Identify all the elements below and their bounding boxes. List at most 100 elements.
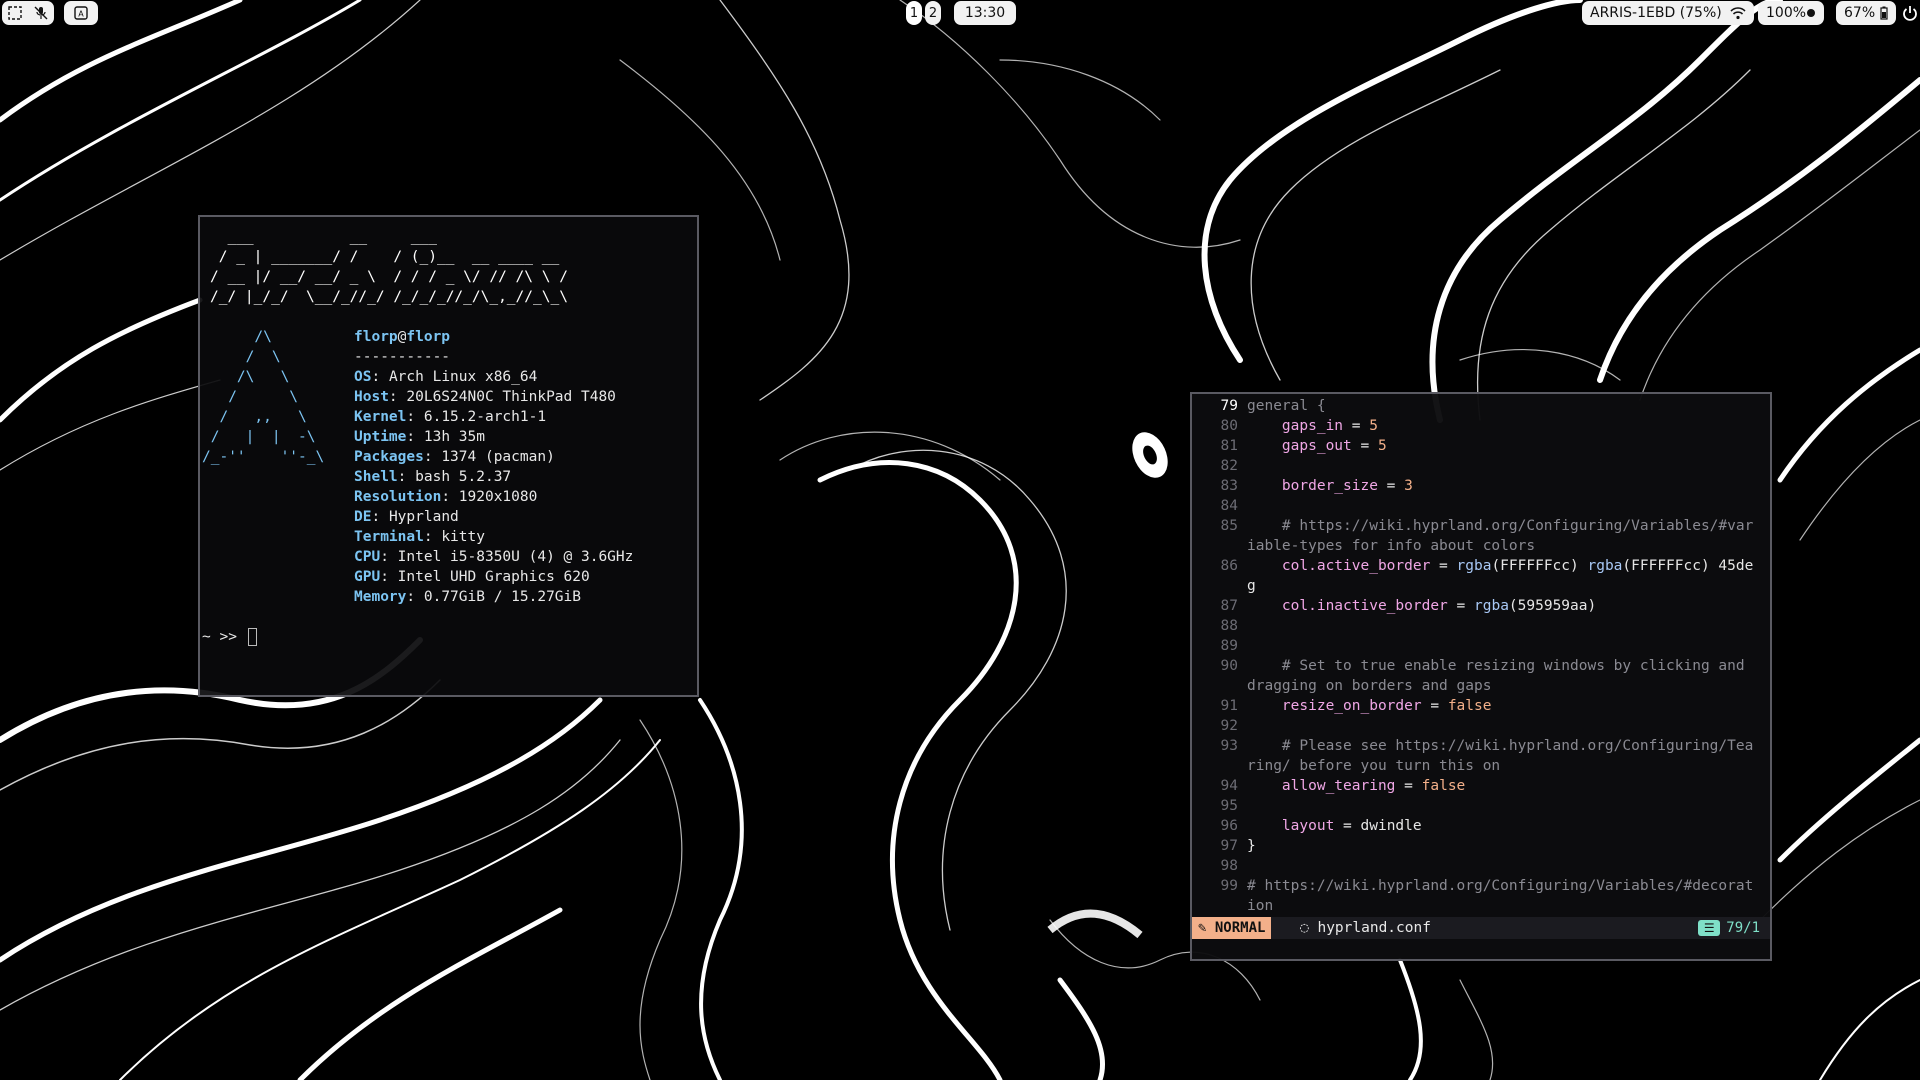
info-line: CPU: Intel i5-8350U (4) @ 3.6GHz (354, 547, 633, 567)
workspace-label: 1 (909, 5, 919, 21)
code-line[interactable]: 92 (1192, 716, 1770, 736)
editor-window[interactable]: 79 general {80 gaps_in = 5 81 gaps_out = 5… (1190, 392, 1772, 961)
info-colon: : (406, 429, 424, 445)
code-line[interactable]: 95 (1192, 796, 1770, 816)
clock[interactable]: 13:30 (954, 1, 1016, 25)
code-line[interactable]: 80 gaps_in = 5 (1192, 416, 1770, 436)
ascii-banner: ___ __ ___ / _ | _______/ / / (_)__ __ _… (210, 229, 568, 305)
separator: ----------- (354, 349, 451, 365)
volume-widget[interactable]: 100% (1758, 1, 1824, 25)
clock-text: 13:30 (964, 5, 1006, 21)
line-text: col.inactive_border = rgba(595959aa) (1281, 598, 1597, 614)
code-line[interactable]: 81 gaps_out = 5 (1192, 436, 1770, 456)
info-colon: : (380, 569, 398, 585)
terminal-window[interactable]: ___ __ ___ / _ | _______/ / / (_)__ __ _… (198, 215, 699, 697)
info-line: Uptime: 13h 35m (354, 427, 485, 447)
volume-dot-icon (1806, 8, 1816, 18)
info-key: Packages (354, 449, 424, 465)
line-number: 91 (1220, 698, 1238, 714)
info-colon: : (423, 529, 442, 545)
info-value: bash 5.2.37 (415, 469, 512, 485)
info-colon: : (371, 509, 389, 525)
code-line[interactable]: 90 # Set to true enable resizing windows… (1192, 656, 1770, 676)
code-line[interactable]: 99 # https://wiki.hyprland.org/Configurin… (1192, 876, 1770, 896)
code-line[interactable]: 94 allow_tearing = false (1192, 776, 1770, 796)
workspace-1[interactable]: 1 (906, 1, 922, 25)
line-number: 89 (1220, 638, 1238, 654)
line-number: 97 (1220, 838, 1238, 854)
code-line[interactable]: ion (1192, 896, 1770, 916)
info-value: Intel i5-8350U (4) @ 3.6GHz (397, 549, 634, 565)
code-line[interactable]: dragging on borders and gaps (1192, 676, 1770, 696)
info-colon: : (423, 449, 442, 465)
code-line[interactable]: 86 col.active_border = rgba(FFFFFFcc) rg… (1192, 556, 1770, 576)
info-key: Resolution (354, 489, 442, 505)
info-value: 0.77GiB / 15.27GiB (423, 589, 581, 605)
info-line: DE: Hyprland (354, 507, 459, 527)
code-line[interactable]: 84 (1192, 496, 1770, 516)
bar-left-group (2, 1, 54, 25)
mic-muted-icon[interactable] (34, 6, 48, 20)
code-line[interactable]: 83 border_size = 3 (1192, 476, 1770, 496)
filename: ◌ hyprland.conf (1300, 920, 1431, 936)
line-text: general { (1247, 398, 1326, 414)
hostname: florp (406, 329, 451, 345)
line-number: 84 (1220, 498, 1238, 514)
info-line: Shell: bash 5.2.37 (354, 467, 511, 487)
code-line[interactable]: 82 (1192, 456, 1770, 476)
line-number: 94 (1220, 778, 1238, 794)
code-line[interactable]: 97} (1192, 836, 1770, 856)
line-number: 96 (1220, 818, 1238, 834)
info-line: Memory: 0.77GiB / 15.27GiB (354, 587, 581, 607)
mode-indicator: ✎ NORMAL (1192, 917, 1272, 939)
code-line[interactable]: 88 (1192, 616, 1770, 636)
power-icon[interactable] (1902, 5, 1918, 25)
code-line[interactable]: 98 (1192, 856, 1770, 876)
line-number: 99 (1220, 878, 1238, 894)
line-text: # Please see https://wiki.hyprland.org/C… (1247, 738, 1754, 754)
wifi-widget[interactable]: ARRIS-1EBD (75%) (1582, 1, 1754, 25)
battery-widget[interactable]: 67% (1836, 1, 1896, 25)
info-key: OS (354, 369, 372, 385)
line-text: iable-types for info about colors (1247, 538, 1536, 554)
info-line: Packages: 1374 (pacman) (354, 447, 555, 467)
code-line[interactable]: 85 # https://wiki.hyprland.org/Configuri… (1192, 516, 1770, 536)
shell-prompt[interactable]: ~ >> (202, 627, 257, 647)
info-line: Kernel: 6.15.2-arch1-1 (354, 407, 546, 427)
line-number: 81 (1220, 438, 1238, 454)
user-host: florp@florp (354, 327, 450, 347)
info-key: CPU (354, 549, 381, 565)
volume-text: 100% (1766, 5, 1807, 21)
workspace-label: 2 (928, 5, 938, 21)
line-text: } (1247, 838, 1256, 854)
prompt-text: ~ >> (202, 629, 246, 645)
code-line[interactable]: 89 (1192, 636, 1770, 656)
line-text: # https://wiki.hyprland.org/Configuring/… (1247, 878, 1754, 894)
line-text: ion (1247, 898, 1274, 914)
code-line[interactable]: 93 # Please see https://wiki.hyprland.or… (1192, 736, 1770, 756)
info-line: OS: Arch Linux x86_64 (354, 367, 537, 387)
workspace-2[interactable]: 2 (925, 1, 941, 25)
info-value: 13h 35m (423, 429, 485, 445)
line-number: 87 (1220, 598, 1238, 614)
info-key: Shell (354, 469, 398, 485)
info-value: Hyprland (388, 509, 459, 525)
line-number: 80 (1220, 418, 1238, 434)
code-line[interactable]: iable-types for info about colors (1192, 536, 1770, 556)
line-text: dragging on borders and gaps (1247, 678, 1492, 694)
code-line[interactable]: g (1192, 576, 1770, 596)
info-line: Host: 20L6S24N0C ThinkPad T480 (354, 387, 616, 407)
line-text: allow_tearing = false (1281, 778, 1466, 794)
info-value: Arch Linux x86_64 (388, 369, 538, 385)
info-value: 1920x1080 (458, 489, 538, 505)
arch-logo: /\ / \ /\ \ / \ / ,, \ / | | -\ /_-'' ''… (202, 329, 325, 465)
keyboard-layout-icon[interactable]: A (64, 1, 98, 25)
code-line[interactable]: 96 layout = dwindle (1192, 816, 1770, 836)
code-line[interactable]: 91 resize_on_border = false (1192, 696, 1770, 716)
info-key: Memory (354, 589, 407, 605)
code-line[interactable]: 79 general { (1192, 396, 1770, 416)
info-key: DE (354, 509, 372, 525)
code-line[interactable]: ring/ before you turn this on (1192, 756, 1770, 776)
screenshot-icon[interactable] (8, 6, 22, 20)
code-line[interactable]: 87 col.inactive_border = rgba(595959aa) (1192, 596, 1770, 616)
